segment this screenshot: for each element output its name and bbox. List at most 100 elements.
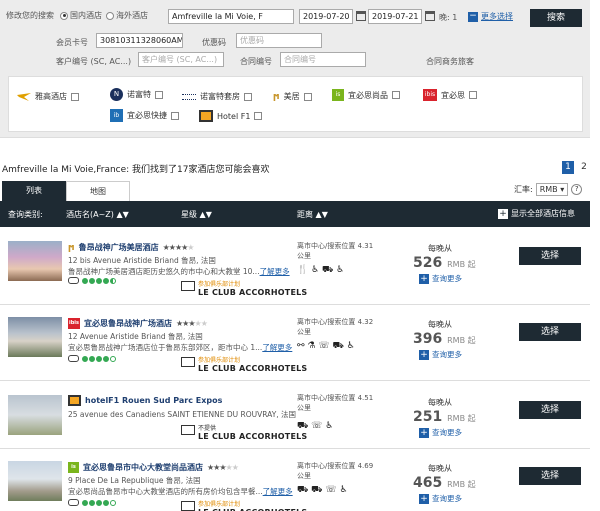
hotel-price: 396 RMB 起 [413, 331, 476, 347]
hotel-photo[interactable] [8, 395, 62, 435]
brand-ibis[interactable]: ibis 宜必思 [423, 89, 477, 101]
brand-mercure[interactable]: ϻ 美居 [273, 91, 312, 102]
member-card-input[interactable]: 30810311328060AM [96, 33, 183, 48]
price-per-night-label: 每晚从 [428, 464, 452, 473]
page-1[interactable]: 1 [562, 161, 574, 174]
brand-mercure-checkbox[interactable] [303, 92, 312, 101]
overseas-radio-label: 海外酒店 [116, 11, 148, 20]
sort-by-distance[interactable]: 距离 ▲▼ [297, 209, 328, 220]
brand-novotel[interactable]: N 诺富特 [110, 88, 163, 101]
brand-ibis-budget-label: 宜必思快捷 [127, 111, 167, 120]
hotel-price: 465 RMB 起 [413, 475, 476, 491]
tripadvisor-owl-icon [68, 499, 79, 506]
brand-hotelf1[interactable]: Hotel F1 [199, 110, 263, 122]
business-traveler-label: 合同商务旅客 [426, 57, 474, 66]
plus-icon: + [419, 273, 429, 284]
more-options-link[interactable]: − 更多选择 [468, 11, 513, 22]
contract-id-label: 合同编号 [240, 57, 272, 66]
hotel-row: hotelF1 Rouen Sud Parc Expos 25 avenue d… [0, 383, 590, 449]
hotel-photo[interactable] [8, 241, 62, 281]
sort-by-stars[interactable]: 星级 ▲▼ [181, 209, 212, 220]
le-club-badge: 参加俱乐部计划 LE CLUB ACCORHOTELS [181, 279, 307, 297]
hotel-name[interactable]: 宜必思鲁昂战神广场酒店 [84, 318, 172, 329]
brand-ibis-styles[interactable]: is 宜必思尚品 [332, 89, 400, 101]
club-status: 参加俱乐部计划 [198, 501, 241, 508]
help-icon[interactable]: ? [571, 184, 583, 195]
tripadvisor-rating[interactable] [68, 499, 116, 506]
hotel-name-line: ϻ 鲁昂战神广场美居酒店 ★★★★★ [68, 242, 194, 253]
results-table-header: 查询类别: 酒店名(A~Z) ▲▼ 星级 ▲▼ 距离 ▲▼ + 显示全部酒店信息 [0, 201, 590, 227]
search-button[interactable]: 搜索 [530, 9, 582, 27]
brand-accor[interactable]: 雅高酒店 [17, 91, 79, 102]
tripadvisor-rating[interactable] [68, 355, 116, 362]
checkin-calendar-icon[interactable] [356, 11, 366, 21]
brand-hotelf1-checkbox[interactable] [254, 112, 263, 120]
plus-icon: + [419, 427, 429, 438]
brand-novotel-suites-checkbox[interactable] [244, 92, 252, 101]
hotel-distance: 离市中心/搜索位置 4.32 公里 [297, 318, 374, 336]
more-info-link[interactable]: + 查询更多 [419, 349, 462, 360]
client-id-input[interactable]: 客户编号 (SC, AC...) [138, 52, 224, 67]
checkout-calendar-icon[interactable] [425, 11, 435, 21]
rating-dot [110, 277, 116, 284]
brand-accor-checkbox[interactable] [71, 92, 79, 101]
currency-label: 汇率: [514, 185, 533, 194]
hotel-name[interactable]: 宜必思鲁昂市中心大教堂尚品酒店 [83, 462, 203, 473]
hotel-name[interactable]: 鲁昂战神广场美居酒店 [79, 242, 159, 253]
club-card-icon [181, 281, 195, 291]
rating-dot [103, 277, 109, 284]
learn-more-link[interactable]: 了解更多 [263, 487, 293, 496]
price-amount: 251 [413, 409, 443, 425]
hotel-row: ϻ 鲁昂战神广场美居酒店 ★★★★★ 12 bis Avenue Aristide … [0, 231, 590, 305]
brand-novotel-suites[interactable]: 诺富特套房 [182, 91, 252, 102]
promo-code-input[interactable]: 优惠码 [236, 33, 322, 48]
learn-more-link[interactable]: 了解更多 [262, 343, 292, 352]
show-all-hotel-info[interactable]: + 显示全部酒店信息 [498, 208, 575, 219]
page-2[interactable]: 2 [578, 161, 590, 174]
price-per-night-label: 每晚从 [428, 244, 452, 253]
destination-input[interactable]: Amfreville la Mi Voie, F [168, 9, 294, 24]
select-hotel-button[interactable]: 选择 [519, 401, 581, 419]
tab-map[interactable]: 地图 [66, 181, 130, 201]
hotel-price: 526 RMB 起 [413, 255, 476, 271]
brand-ibis-styles-checkbox[interactable] [392, 91, 400, 99]
hotel-photo[interactable] [8, 461, 62, 501]
brand-ibis-checkbox[interactable] [469, 91, 477, 99]
domestic-radio[interactable] [60, 11, 68, 20]
hotel-description: 鲁昂战神广场美居酒店距历史悠久的市中心和大教堂 10...了解更多 [68, 267, 290, 276]
brand-hotelf1-label: Hotel F1 [217, 111, 251, 121]
plus-icon: + [419, 349, 429, 360]
club-name: LE CLUB ACCORHOTELS [198, 432, 308, 441]
accor-logo-icon [17, 92, 31, 101]
price-unit: RMB 起 [447, 480, 476, 489]
more-info-link[interactable]: + 查询更多 [419, 493, 462, 504]
more-info-link[interactable]: + 查询更多 [419, 273, 462, 284]
sort-by-name[interactable]: 酒店名(A~Z) ▲▼ [66, 209, 129, 220]
checkin-input[interactable]: 2019-07-20 [299, 9, 353, 24]
select-hotel-button[interactable]: 选择 [519, 247, 581, 265]
more-info-link[interactable]: + 查询更多 [419, 427, 462, 438]
select-hotel-button[interactable]: 选择 [519, 467, 581, 485]
search-panel: 修改您的搜索 国内酒店 海外酒店 Amfreville la Mi Voie, … [0, 0, 590, 138]
hotel-name[interactable]: hotelF1 Rouen Sud Parc Expos [85, 396, 222, 405]
mercure-logo-icon: ϻ [68, 242, 75, 253]
price-unit: RMB 起 [447, 336, 476, 345]
expand-all-icon: + [498, 208, 508, 219]
hotel-photo[interactable] [8, 317, 62, 357]
tripadvisor-owl-icon [68, 355, 79, 362]
tab-list[interactable]: 列表 [2, 181, 66, 201]
contract-id-input[interactable]: 合同编号 [280, 52, 366, 67]
checkout-input[interactable]: 2019-07-21 [368, 9, 422, 24]
tripadvisor-rating[interactable] [68, 277, 116, 284]
rating-dot [103, 355, 109, 362]
currency-select[interactable]: RMB ▾ [535, 183, 569, 196]
select-hotel-button[interactable]: 选择 [519, 323, 581, 341]
brand-ibis-budget-checkbox[interactable] [171, 111, 179, 120]
brand-ibis-budget[interactable]: ib 宜必思快捷 [110, 109, 179, 122]
brand-novotel-checkbox[interactable] [155, 90, 163, 99]
ibis-styles-logo-icon: is [332, 89, 344, 101]
more-info-label: 查询更多 [432, 350, 462, 359]
overseas-radio[interactable] [106, 11, 114, 20]
learn-more-link[interactable]: 了解更多 [260, 267, 290, 276]
club-card-icon [181, 357, 195, 367]
